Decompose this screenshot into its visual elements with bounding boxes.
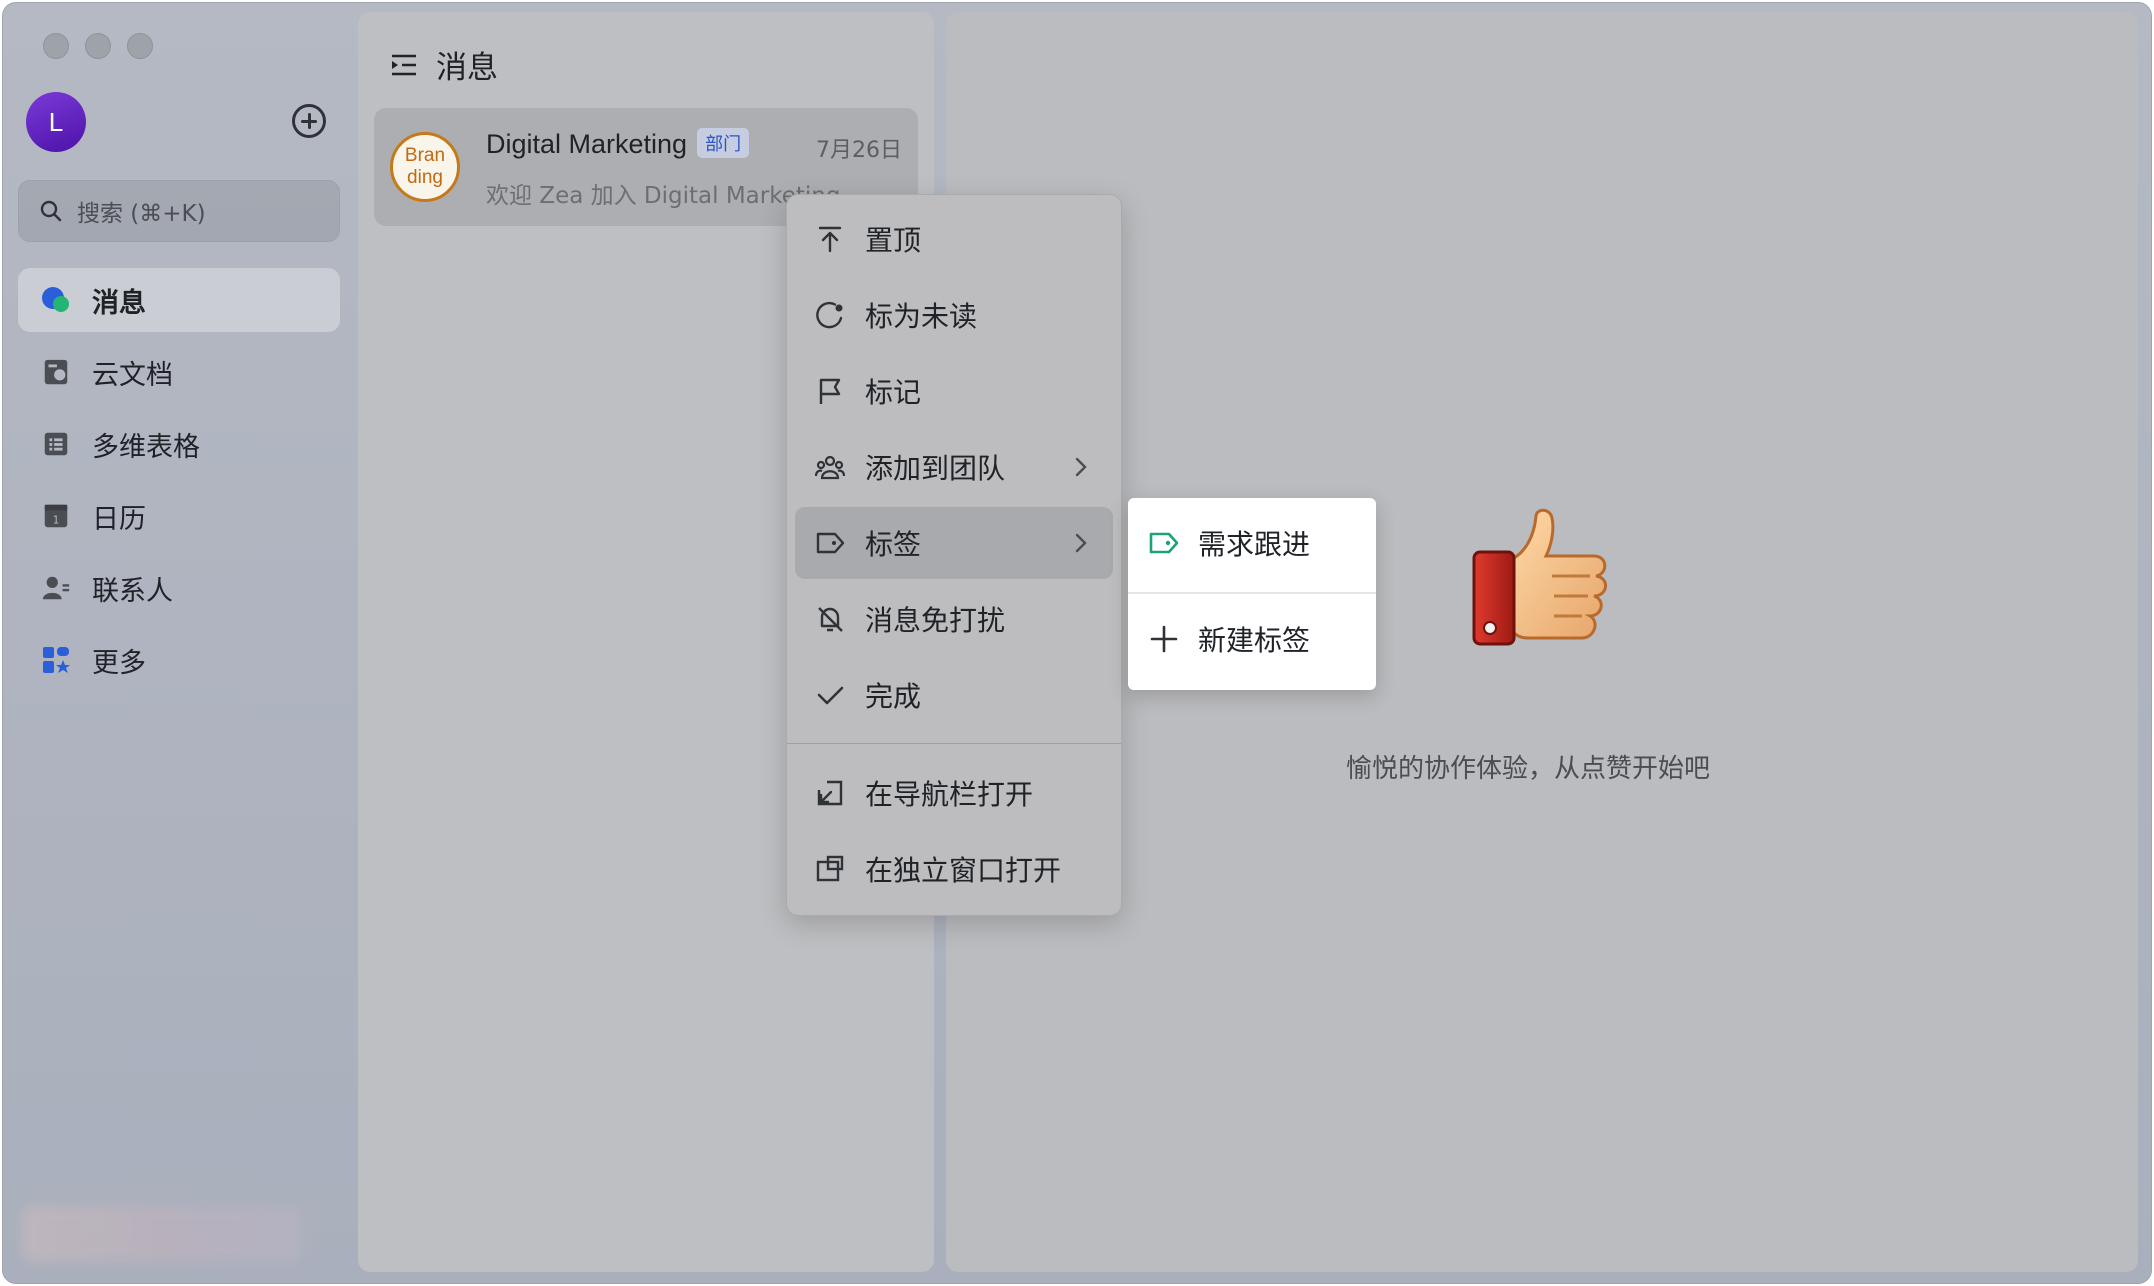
menu-item-done[interactable]: 完成 xyxy=(795,659,1113,731)
close-window-button[interactable] xyxy=(43,33,69,59)
menu-item-mute[interactable]: 消息免打扰 xyxy=(795,583,1113,655)
menu-item-label: 标记 xyxy=(865,376,922,409)
docs-icon xyxy=(40,356,72,388)
menu-item-label: 标签 xyxy=(865,528,922,561)
sidebar-item-label: 消息 xyxy=(92,287,146,319)
tag-item-label: 需求跟进 xyxy=(1198,528,1311,561)
new-tag-label: 新建标签 xyxy=(1198,624,1311,657)
tag-icon xyxy=(816,532,845,554)
menu-item-label: 添加到团队 xyxy=(865,452,1006,485)
menu-item-add-to-team[interactable]: 添加到团队 xyxy=(795,431,1113,503)
window-controls xyxy=(43,33,153,59)
calendar-icon: 1 xyxy=(40,500,72,532)
thumbs-up-icon xyxy=(1472,508,1607,646)
chat-name-row: Digital Marketing 部门 xyxy=(486,128,750,160)
menu-divider xyxy=(787,743,1121,744)
menu-item-pin[interactable]: 置顶 xyxy=(795,203,1113,275)
sidebar-item-messages[interactable]: 消息 xyxy=(18,268,340,332)
sidebar-item-label: 云文档 xyxy=(92,359,173,391)
menu-item-flag[interactable]: 标记 xyxy=(795,355,1113,427)
open-in-window-icon xyxy=(816,855,844,882)
sidebar-item-label: 日历 xyxy=(92,503,146,535)
menu-item-mark-unread[interactable]: 标为未读 xyxy=(795,279,1113,351)
plus-icon xyxy=(1150,625,1178,653)
collapse-list-icon[interactable] xyxy=(388,49,420,81)
search-placeholder: 搜索 (⌘+K) xyxy=(77,201,206,227)
chevron-right-icon xyxy=(1075,457,1087,477)
chevron-right-icon xyxy=(1075,533,1087,553)
check-icon xyxy=(817,686,844,705)
svg-text:1: 1 xyxy=(53,515,60,527)
message-icon xyxy=(40,284,72,316)
avatar-text: Bran xyxy=(404,145,446,166)
new-tag-button[interactable]: 新建标签 xyxy=(1128,594,1376,684)
sidebar-item-calendar[interactable]: 1 日历 xyxy=(18,484,340,548)
sidebar-item-label: 联系人 xyxy=(92,575,173,607)
flag-icon xyxy=(819,378,841,404)
panel-header: 消息 xyxy=(388,42,498,87)
page-title: 消息 xyxy=(436,50,498,86)
mark-unread-icon xyxy=(816,301,843,329)
minimize-window-button[interactable] xyxy=(85,33,111,59)
avatar[interactable]: L xyxy=(26,92,86,152)
pin-to-top-icon xyxy=(818,226,842,253)
menu-item-label: 消息免打扰 xyxy=(865,604,1006,637)
sidebar-nav: 消息 云文档 多维表格 1 日历 联系人 更多 xyxy=(18,268,340,700)
department-badge: 部门 xyxy=(697,128,750,158)
menu-item-open-in-nav[interactable]: 在导航栏打开 xyxy=(795,757,1113,829)
tag-item-follow-up[interactable]: 需求跟进 xyxy=(1128,498,1376,588)
sidebar-item-contacts[interactable]: 联系人 xyxy=(18,556,340,620)
menu-item-label: 标为未读 xyxy=(865,300,978,333)
team-icon xyxy=(815,455,845,480)
search-input[interactable]: 搜索 (⌘+K) xyxy=(18,180,340,242)
chat-name: Digital Marketing xyxy=(486,129,688,159)
empty-state-text: 愉悦的协作体验，从点赞开始吧 xyxy=(1346,754,1711,784)
menu-item-label: 置顶 xyxy=(865,224,922,257)
menu-item-tags[interactable]: 标签 xyxy=(795,507,1113,579)
avatar-initial: L xyxy=(48,106,64,137)
menu-item-label: 在独立窗口打开 xyxy=(865,854,1062,887)
blurred-footer xyxy=(22,1206,302,1262)
avatar-text: ding xyxy=(407,167,443,188)
tag-icon xyxy=(1149,532,1179,554)
search-icon xyxy=(40,200,62,222)
sidebar-item-label: 多维表格 xyxy=(92,431,200,463)
sidebar-item-more[interactable]: 更多 xyxy=(18,628,340,692)
add-circle-button[interactable] xyxy=(292,104,326,138)
zoom-window-button[interactable] xyxy=(127,33,153,59)
contacts-icon xyxy=(40,572,72,604)
sidebar-item-docs[interactable]: 云文档 xyxy=(18,340,340,404)
open-in-nav-icon xyxy=(817,780,843,806)
menu-item-label: 完成 xyxy=(865,680,922,713)
chat-avatar: Bran ding xyxy=(390,132,460,202)
chat-date: 7月26日 xyxy=(816,138,902,163)
bell-off-icon xyxy=(818,607,843,632)
sidebar-item-label: 更多 xyxy=(92,647,146,679)
menu-item-open-in-window[interactable]: 在独立窗口打开 xyxy=(795,833,1113,905)
context-menu: 置顶 标为未读 标记 添加到团队 标签 消息免打扰 完成 在导航栏打开 在独立窗… xyxy=(786,194,1122,916)
sidebar-item-bitable[interactable]: 多维表格 xyxy=(18,412,340,476)
table-icon xyxy=(40,428,72,460)
tag-submenu: 需求跟进 新建标签 xyxy=(1128,498,1376,690)
menu-item-label: 在导航栏打开 xyxy=(865,778,1034,811)
more-apps-icon xyxy=(40,644,72,676)
